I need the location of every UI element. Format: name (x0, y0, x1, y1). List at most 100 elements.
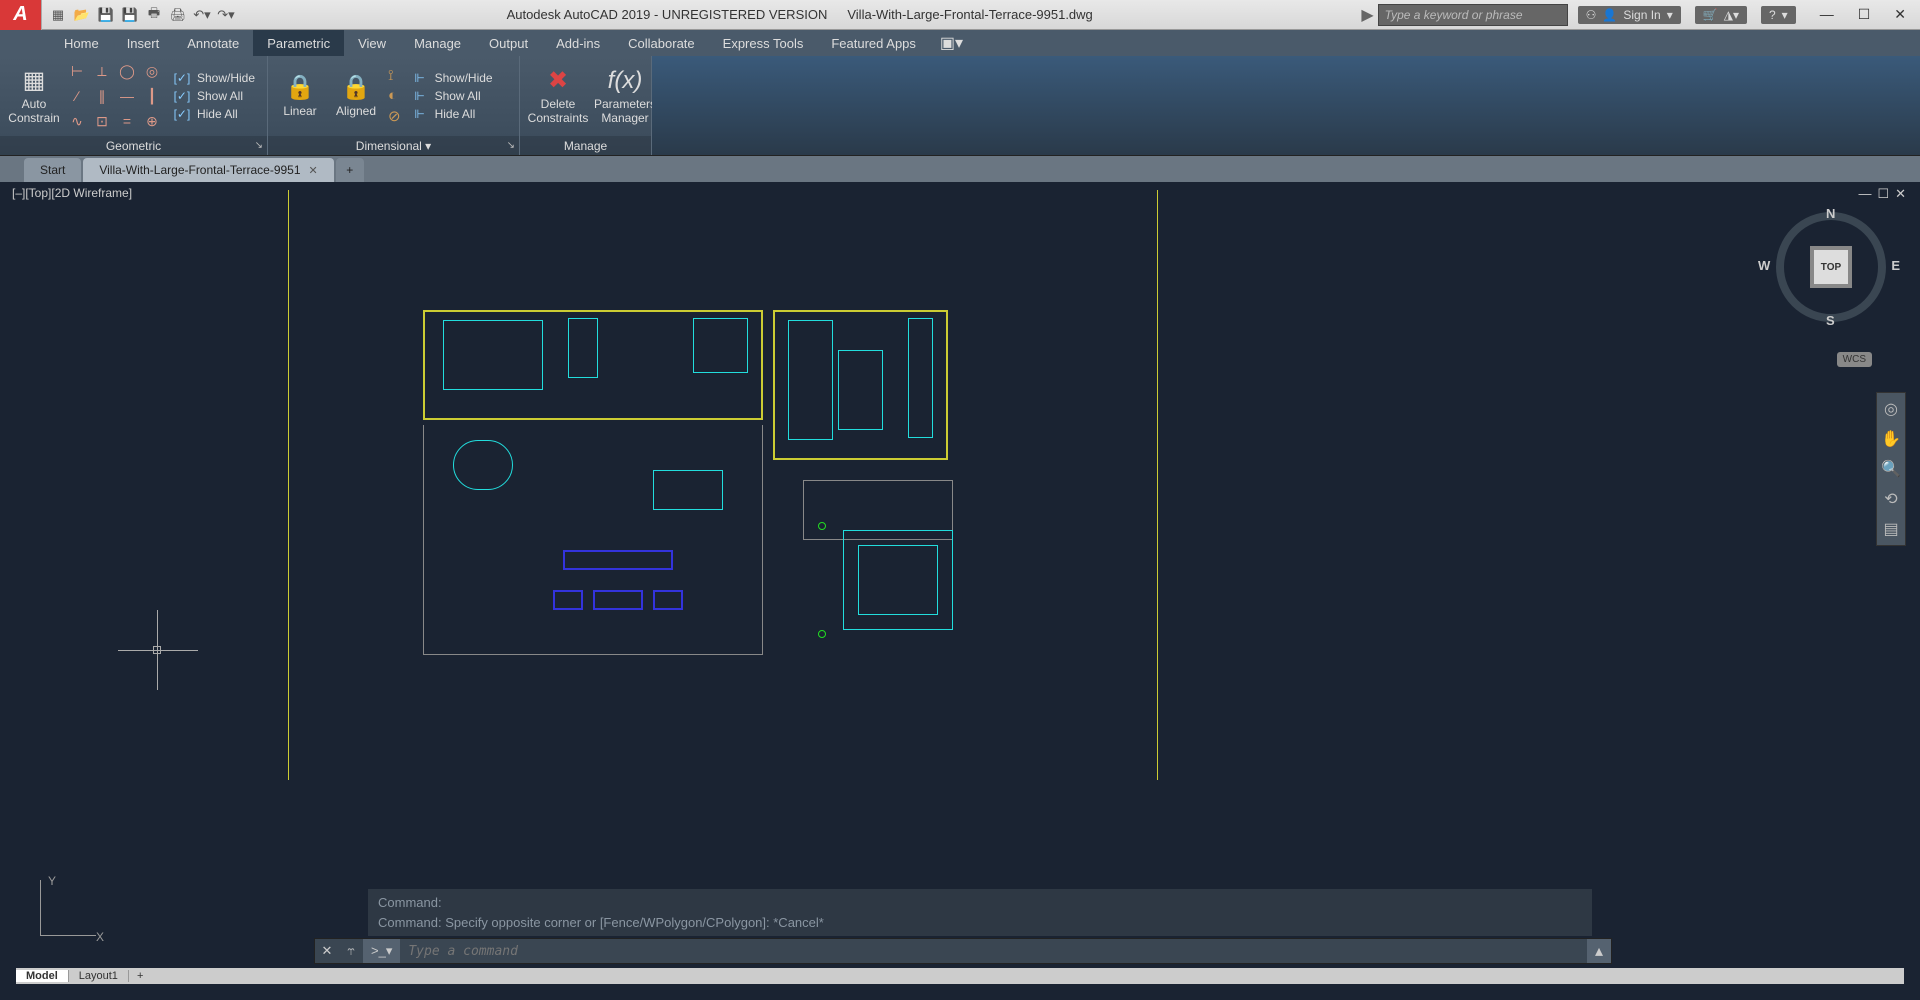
concentric-icon[interactable]: ◎ (141, 60, 163, 82)
print-icon[interactable]: 🖨 (168, 5, 188, 25)
vp-maximize-icon[interactable]: ☐ (1877, 186, 1889, 202)
cmdline-close-icon[interactable]: ✕ (315, 943, 339, 959)
tab-view[interactable]: View (344, 30, 400, 56)
tab-manage[interactable]: Manage (400, 30, 475, 56)
auto-constrain-button[interactable]: ▦ Auto Constrain (8, 60, 60, 132)
saveas-icon[interactable]: 💾 (120, 5, 140, 25)
zoom-extents-icon[interactable]: 🔍 (1881, 459, 1901, 479)
viewcube[interactable]: TOP N S E W (1776, 212, 1886, 322)
steering-wheel-icon[interactable]: ◎ (1884, 399, 1898, 419)
perpendicular-icon[interactable]: ⟂ (91, 60, 113, 82)
vertical-icon[interactable]: ┃ (141, 85, 163, 107)
tab-featuredapps[interactable]: Featured Apps (817, 30, 930, 56)
wcs-badge[interactable]: WCS (1837, 352, 1872, 367)
vp-close-icon[interactable]: ✕ (1895, 186, 1906, 202)
panel-geometric: ▦ Auto Constrain ⊢ ⟂ ◯ ◎ ∕ ∥ — ┃ ∿ ⊡ = ⊕… (0, 56, 268, 155)
viewport-label[interactable]: [–][Top][2D Wireframe] (12, 186, 132, 200)
viewcube-face[interactable]: TOP (1814, 250, 1848, 284)
filetab-label: Villa-With-Large-Frontal-Terrace-9951 (99, 163, 300, 177)
app-logo[interactable]: A (0, 0, 42, 30)
command-input[interactable] (400, 944, 1587, 959)
viewcube-east[interactable]: E (1891, 258, 1900, 273)
search-input[interactable]: Type a keyword or phrase (1378, 4, 1568, 26)
filetab-close-icon[interactable]: ✕ (309, 164, 318, 177)
vp-minimize-icon[interactable]: — (1858, 186, 1871, 202)
linear-button[interactable]: 🔒 Linear (276, 60, 324, 132)
delete-constraints-button[interactable]: ✖ Delete Constraints (528, 60, 588, 132)
filetab-start[interactable]: Start (24, 158, 81, 182)
dim-angular-icon[interactable]: ⟟ (388, 67, 401, 84)
tab-home[interactable]: Home (50, 30, 113, 56)
help-button[interactable]: ? ▾ (1761, 6, 1796, 24)
showmotion-icon[interactable]: ▤ (1883, 519, 1898, 539)
fix-icon[interactable]: ⊕ (141, 110, 163, 132)
maximize-button[interactable]: ☐ (1858, 6, 1871, 23)
panel-launcher-icon[interactable]: ↘ (255, 140, 263, 151)
close-button[interactable]: ✕ (1894, 6, 1906, 23)
filetab-new-button[interactable]: + (336, 158, 364, 182)
viewcube-south[interactable]: S (1826, 313, 1835, 328)
geometric-visibility: [✓]Show/Hide [✓]Show All [✓]Hide All (169, 70, 259, 122)
open-icon[interactable]: 📂 (72, 5, 92, 25)
tab-addins[interactable]: Add-ins (542, 30, 614, 56)
panel-launcher-icon[interactable]: ↘ (507, 140, 515, 151)
plot-icon[interactable]: 🖶 (144, 5, 164, 25)
collinear-icon[interactable]: ∕ (66, 85, 88, 107)
dim-diameter-icon[interactable]: ⊘ (388, 107, 401, 125)
geo-showhide-button[interactable]: [✓]Show/Hide (169, 70, 259, 86)
status-tab-model[interactable]: Model (16, 970, 69, 982)
tangent-icon[interactable]: ◯ (116, 60, 138, 82)
tab-collaborate[interactable]: Collaborate (614, 30, 709, 56)
horizontal-icon[interactable]: — (116, 85, 138, 107)
panel-dimensional-title[interactable]: Dimensional ▾ (356, 139, 431, 153)
parameters-manager-button[interactable]: f(x) Parameters Manager (594, 60, 656, 132)
status-tab-add[interactable]: + (129, 970, 151, 982)
point-marker (818, 522, 826, 530)
cmd-hist-line: Command: (378, 893, 1582, 913)
symmetric-icon[interactable]: ⊡ (91, 110, 113, 132)
aligned-button[interactable]: 🔒 Aligned (330, 60, 382, 132)
filetab-active[interactable]: Villa-With-Large-Frontal-Terrace-9951 ✕ (83, 158, 333, 182)
pan-icon[interactable]: ✋ (1881, 429, 1901, 449)
tab-output[interactable]: Output (475, 30, 542, 56)
viewcube-north[interactable]: N (1826, 206, 1835, 221)
dim-hideall-button[interactable]: ⊩Hide All (407, 106, 497, 122)
coincident-icon[interactable]: ⊢ (66, 60, 88, 82)
search-arrow-icon[interactable]: ▶ (1357, 5, 1377, 25)
tab-annotate[interactable]: Annotate (173, 30, 253, 56)
tab-expresstools[interactable]: Express Tools (709, 30, 818, 56)
equal-icon[interactable]: = (116, 110, 138, 132)
help-icon: ? (1769, 8, 1776, 22)
smooth-icon[interactable]: ∿ (66, 110, 88, 132)
tab-extra-button[interactable]: ▣▾ (930, 30, 973, 56)
cmdline-recent-icon[interactable]: ▴ (1587, 939, 1611, 963)
undo-icon[interactable]: ↶▾ (192, 5, 212, 25)
ribbon: ▦ Auto Constrain ⊢ ⟂ ◯ ◎ ∕ ∥ — ┃ ∿ ⊡ = ⊕… (0, 56, 1920, 156)
parallel-icon[interactable]: ∥ (91, 85, 113, 107)
viewcube-west[interactable]: W (1758, 258, 1770, 273)
minimize-button[interactable]: — (1820, 6, 1834, 23)
quick-access-toolbar: ▦ 📂 💾 💾 🖶 🖨 ↶▾ ↷▾ (42, 5, 242, 25)
tab-insert[interactable]: Insert (113, 30, 174, 56)
dim-showhide-button[interactable]: ⊩Show/Hide (407, 70, 497, 86)
geo-showall-button[interactable]: [✓]Show All (169, 88, 259, 104)
redo-icon[interactable]: ↷▾ (216, 5, 236, 25)
dim-radius-icon[interactable]: ◐ (388, 87, 401, 104)
command-line: ✕ ⥾ >_▾ ▴ (314, 938, 1612, 964)
signin-button[interactable]: ⚇ 👤 Sign In ▾ (1578, 6, 1681, 24)
new-icon[interactable]: ▦ (48, 5, 68, 25)
geo-hideall-button[interactable]: [✓]Hide All (169, 106, 259, 122)
save-icon[interactable]: 💾 (96, 5, 116, 25)
cmdline-customize-icon[interactable]: ⥾ (339, 943, 363, 959)
dim-showall-button[interactable]: ⊩Show All (407, 88, 497, 104)
app-icon: ◮▾ (1724, 8, 1739, 22)
orbit-icon[interactable]: ⟲ (1884, 489, 1897, 509)
tab-parametric[interactable]: Parametric (253, 30, 344, 56)
delete-constraints-label: Delete Constraints (528, 97, 589, 126)
cmdline-prompt-icon[interactable]: >_▾ (363, 939, 400, 963)
title-text: Autodesk AutoCAD 2019 - UNREGISTERED VER… (242, 7, 1357, 22)
drawing-viewport[interactable]: [–][Top][2D Wireframe] — ☐ ✕ Y X (8, 182, 1912, 984)
status-tab-layout1[interactable]: Layout1 (69, 970, 129, 982)
exchange-button[interactable]: 🛒 ◮▾ (1695, 6, 1747, 24)
person-icon: 👤 (1602, 8, 1617, 22)
